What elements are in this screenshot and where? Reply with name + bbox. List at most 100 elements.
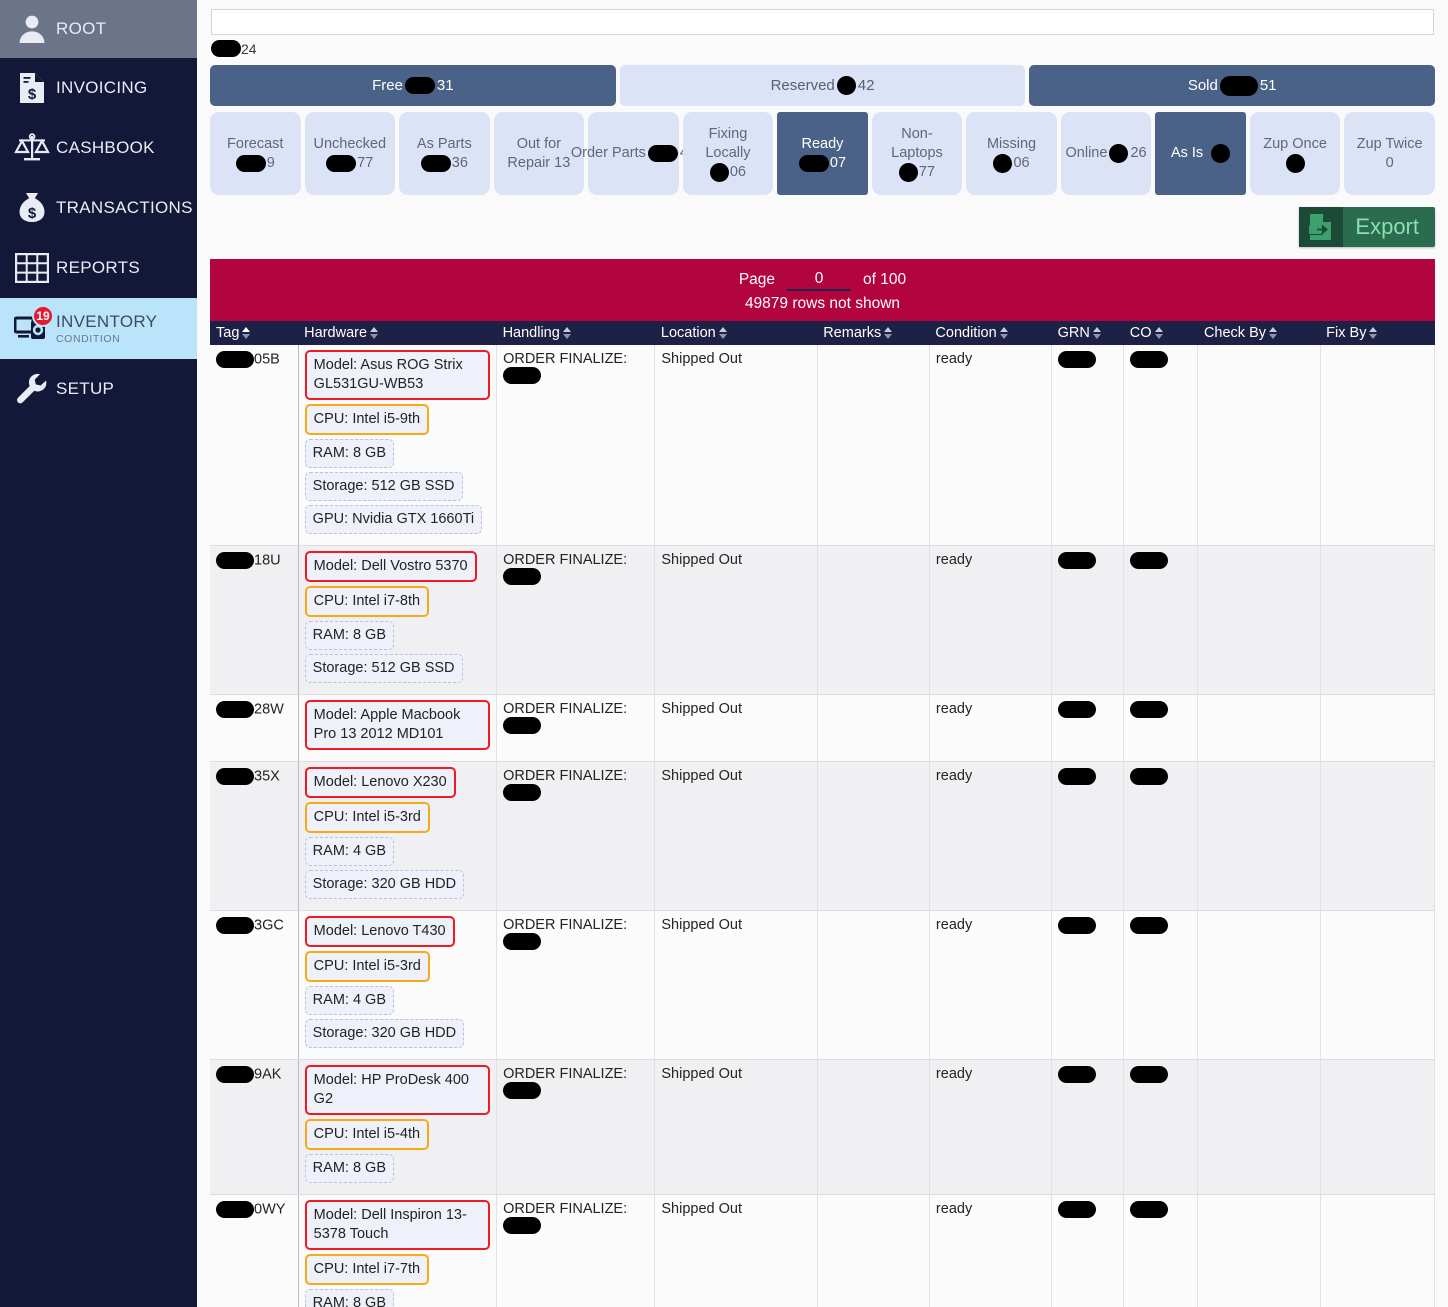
status-chip-unchecked[interactable]: Unchecked 77	[304, 112, 396, 195]
sidebar-item-inventory[interactable]: 19 INVENTORY CONDITION	[0, 298, 197, 359]
status-chip-online[interactable]: Online 26	[1060, 112, 1152, 195]
sidebar-item-cashbook[interactable]: CASHBOOK	[0, 118, 197, 178]
sidebar-item-invoicing[interactable]: $ INVOICING	[0, 58, 197, 118]
chip-value-suffix: 36	[451, 154, 468, 171]
column-label: Remarks	[823, 325, 882, 341]
page-label: Page	[738, 271, 776, 288]
tag-suffix: 35X	[254, 768, 280, 785]
cell-fix-by	[1320, 345, 1436, 546]
cell-condition-value: ready	[935, 1201, 973, 1217]
chip-label: Order Parts	[570, 145, 646, 161]
sidebar-item-label: INVOICING	[56, 78, 148, 97]
sort-icon[interactable]	[1269, 327, 1277, 340]
column-header-tag[interactable]: Tag	[210, 321, 299, 345]
spec-chip-model: Model: Apple Macbook Pro 13 2012 MD101	[304, 700, 491, 750]
table-row[interactable]: 0WY Model: Dell Inspiron 13-5378 Touch CPU…	[210, 1194, 1436, 1307]
column-label: Fix By	[1326, 325, 1367, 341]
status-chip-non-laptops[interactable]: Non-Laptops 77	[871, 112, 963, 195]
invoice-icon: $	[8, 66, 56, 110]
sort-icon[interactable]	[1092, 327, 1101, 340]
cell-fix-by	[1320, 1059, 1436, 1195]
svg-text:$: $	[28, 205, 37, 222]
cell-hardware: Model: Lenovo T430 CPU: Intel i5-3rd RAM: …	[298, 910, 498, 1060]
table-row[interactable]: 3GC Model: Lenovo T430 CPU: Intel i5-3rd RA…	[210, 910, 1436, 1060]
sidebar-item-label: INVENTORY	[56, 312, 158, 331]
column-header-hardware[interactable]: Hardware	[298, 321, 497, 345]
sort-icon[interactable]	[718, 327, 727, 340]
chip-value-suffix: 77	[357, 154, 374, 171]
redacted-handling-mark	[503, 1217, 542, 1234]
table-row[interactable]: 35X Model: Lenovo X230 CPU: Intel i5-3rd RA…	[210, 761, 1436, 911]
status-chip-zup-once[interactable]: Zup Once	[1249, 112, 1341, 195]
column-header-co[interactable]: CO	[1123, 321, 1198, 345]
spec-chip-model: Model: Asus ROG Strix GL531GU-WB53	[304, 350, 491, 400]
redacted-co-mark	[1130, 768, 1169, 785]
column-header-condition[interactable]: Condition	[929, 321, 1052, 345]
cell-tag: 9AK	[210, 1059, 299, 1195]
cell-location-value: Shipped Out	[661, 917, 742, 933]
column-label: CO	[1129, 325, 1152, 341]
column-header-handling[interactable]: Handling	[496, 321, 655, 345]
sort-icon[interactable]	[1369, 327, 1378, 340]
search-input[interactable]	[211, 9, 1434, 35]
sidebar-item-reports[interactable]: REPORTS	[0, 238, 197, 298]
status-chip-fixing-locally[interactable]: Fixing Locally 06	[682, 112, 774, 195]
status-chip-forecast[interactable]: Forecast 9	[210, 112, 301, 195]
cell-tag: 05B	[210, 345, 299, 546]
redacted-tag-mark	[216, 1066, 254, 1083]
redacted-grn-mark	[1058, 351, 1097, 368]
sort-icon[interactable]	[884, 327, 893, 340]
sort-icon[interactable]	[370, 327, 379, 340]
table-row[interactable]: 28W Model: Apple Macbook Pro 13 2012 MD10…	[210, 694, 1436, 762]
segment-tab-free[interactable]: Free 31	[210, 65, 616, 106]
redacted-grn-mark	[1058, 552, 1097, 569]
status-chip-ready[interactable]: Ready 07	[777, 112, 868, 195]
column-header-remarks[interactable]: Remarks	[817, 321, 930, 345]
tag-suffix: 3GC	[254, 917, 284, 934]
chip-value: 77	[898, 163, 935, 182]
column-header-check-by[interactable]: Check By	[1197, 321, 1321, 345]
redacted-tag-mark	[216, 701, 254, 718]
chip-value-suffix: 13	[554, 154, 571, 171]
chip-label-value: Online 26	[1066, 144, 1147, 163]
cell-hardware: Model: Asus ROG Strix GL531GU-WB53 CPU: I…	[298, 345, 498, 546]
cell-co	[1123, 1059, 1199, 1195]
sidebar-item-root[interactable]: ROOT	[0, 0, 197, 58]
status-chip-zup-twice[interactable]: Zup Twice 0	[1344, 112, 1435, 195]
status-chip-as-parts[interactable]: As Parts 36	[399, 112, 490, 195]
redacted-handling-mark	[503, 784, 542, 801]
cell-condition-value: ready	[935, 1066, 973, 1082]
segment-tab-sold[interactable]: Sold 51	[1029, 65, 1436, 106]
redacted-co-mark	[1130, 1201, 1169, 1218]
redacted-value-mark	[647, 145, 678, 162]
cell-location-value: Shipped Out	[661, 768, 742, 784]
redacted-handling-mark	[503, 717, 542, 734]
export-button[interactable]: Export	[1299, 207, 1435, 247]
chip-value: 9	[235, 154, 275, 173]
cell-handling: ORDER FINALIZE:	[496, 1059, 656, 1195]
status-chip-order-parts[interactable]: Order Parts40	[571, 112, 696, 195]
table-row[interactable]: 18U Model: Dell Vostro 5370 CPU: Intel i7-…	[210, 545, 1436, 695]
column-header-location[interactable]: Location	[654, 321, 818, 345]
page-number-input[interactable]	[787, 269, 852, 291]
cell-check-by	[1197, 1194, 1321, 1307]
chip-value: 07	[798, 154, 846, 173]
sort-icon[interactable]	[562, 327, 571, 340]
table-row[interactable]: 05B Model: Asus ROG Strix GL531GU-WB53 CPU…	[210, 345, 1436, 546]
column-header-fix-by[interactable]: Fix By	[1320, 321, 1435, 345]
sort-icon[interactable]	[1154, 327, 1163, 340]
sidebar-item-transactions[interactable]: $ TRANSACTIONS	[0, 178, 197, 238]
cell-handling: ORDER FINALIZE:	[496, 910, 656, 1060]
sidebar-item-setup[interactable]: SETUP	[0, 359, 197, 419]
spec-chip-model: Model: HP ProDesk 400 G2	[304, 1065, 491, 1115]
cell-condition-value: ready	[935, 552, 973, 568]
segment-tab-reserved[interactable]: Reserved 42	[619, 65, 1026, 106]
table-row[interactable]: 9AK Model: HP ProDesk 400 G2 CPU: Intel i5…	[210, 1059, 1436, 1195]
status-chip-missing[interactable]: Missing 06	[966, 112, 1057, 195]
status-chip-as-is[interactable]: As Is	[1155, 112, 1246, 195]
sort-icon[interactable]	[999, 327, 1008, 340]
chip-label: As Parts	[416, 135, 472, 152]
sort-icon[interactable]	[242, 327, 251, 340]
column-header-grn[interactable]: GRN	[1051, 321, 1124, 345]
sidebar-item-sublabel: CONDITION	[56, 333, 121, 345]
